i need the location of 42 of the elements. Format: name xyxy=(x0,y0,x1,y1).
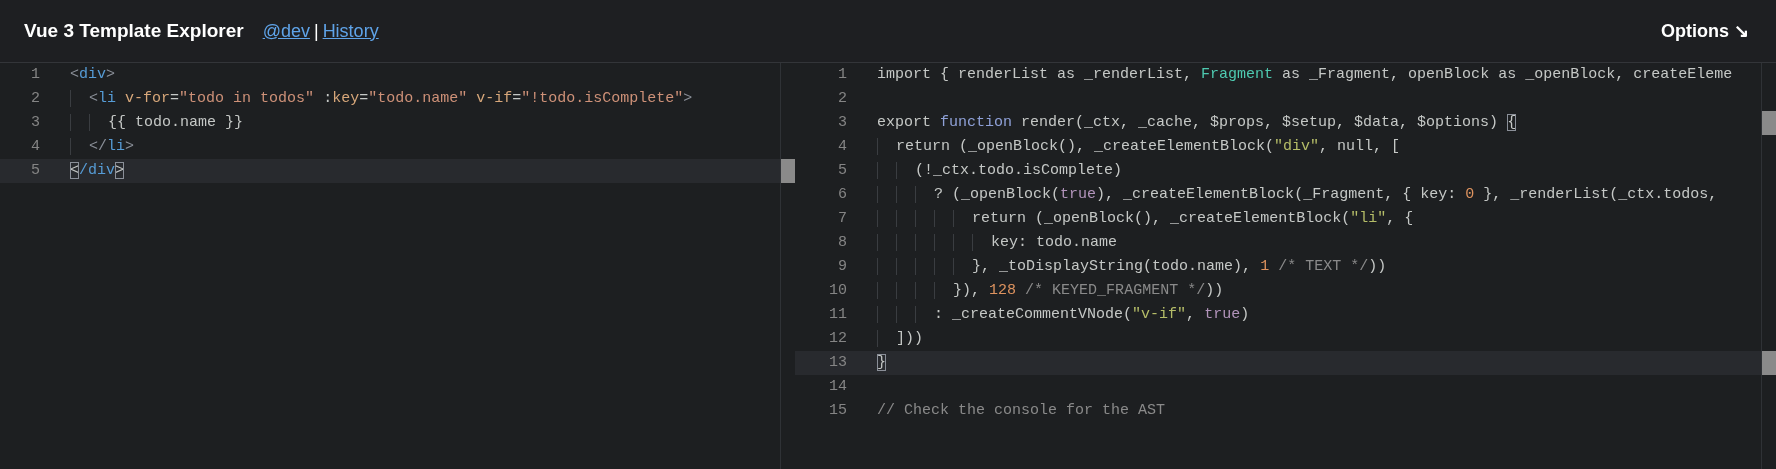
options-button[interactable]: Options ↘ xyxy=(1661,17,1749,45)
code-line: ])) xyxy=(877,327,924,351)
line-number: 4 xyxy=(30,136,40,157)
line-number: 5 xyxy=(30,160,40,181)
code-line: (!_ctx.todo.isComplete) xyxy=(877,159,1123,183)
code-line: : _createCommentVNode("v-if", true) xyxy=(877,303,1250,327)
code-line: return (_openBlock(), _createElementBlock("div", null, [ xyxy=(877,135,1401,159)
line-number: 7 xyxy=(837,208,847,229)
code-line: <li v-for="todo in todos" :key="todo.name" v-if="!todo.isComplete"> xyxy=(70,87,693,111)
line-number: 12 xyxy=(828,328,847,349)
code-line: <div> xyxy=(70,64,116,85)
header-link[interactable]: @dev xyxy=(262,17,310,45)
line-number: 10 xyxy=(828,280,847,301)
line-number: 3 xyxy=(30,112,40,133)
line-number: 13 xyxy=(828,352,847,373)
line-number: 9 xyxy=(837,256,847,277)
code-line: {{ todo.name }} xyxy=(70,111,244,135)
line-number: 3 xyxy=(837,112,847,133)
code-line: key: todo.name xyxy=(877,231,1118,255)
code-line: return (_openBlock(), _createElementBlock("li", { xyxy=(877,207,1414,231)
line-number: 5 xyxy=(837,160,847,181)
code-line: }, _toDisplayString(todo.name), 1 /* TEXT */)) xyxy=(877,255,1387,279)
app-title: Vue 3 Template Explorer xyxy=(24,18,244,43)
code-line: }), 128 /* KEYED_FRAGMENT */)) xyxy=(877,279,1224,303)
code-line: // Check the console for the AST xyxy=(877,400,1166,421)
line-number: 8 xyxy=(837,232,847,253)
line-number: 2 xyxy=(837,88,847,109)
line-number: 15 xyxy=(828,400,847,421)
code-line: </li> xyxy=(70,135,135,159)
line-number: 1 xyxy=(837,64,847,85)
separator-text: | xyxy=(313,19,319,43)
line-number: 14 xyxy=(828,376,847,397)
header-link[interactable]: History xyxy=(322,17,379,45)
code-line: export function render(_ctx, _cache, $props, $setup, $data, $options) { xyxy=(877,112,1517,133)
line-number: 11 xyxy=(828,304,847,325)
code-line: } xyxy=(877,352,886,373)
code-line: ? (_openBlock(true), _createElementBlock(_Fragment, { key: 0 }, _renderList(_ctx.todos, xyxy=(877,183,1718,207)
line-number: 2 xyxy=(30,88,40,109)
line-number: 6 xyxy=(837,184,847,205)
line-number: 4 xyxy=(837,136,847,157)
code-line: import { renderList as _renderList, Fragment as _Fragment, openBlock as _openBlock, createEleme xyxy=(877,64,1733,85)
line-number: 1 xyxy=(30,64,40,85)
